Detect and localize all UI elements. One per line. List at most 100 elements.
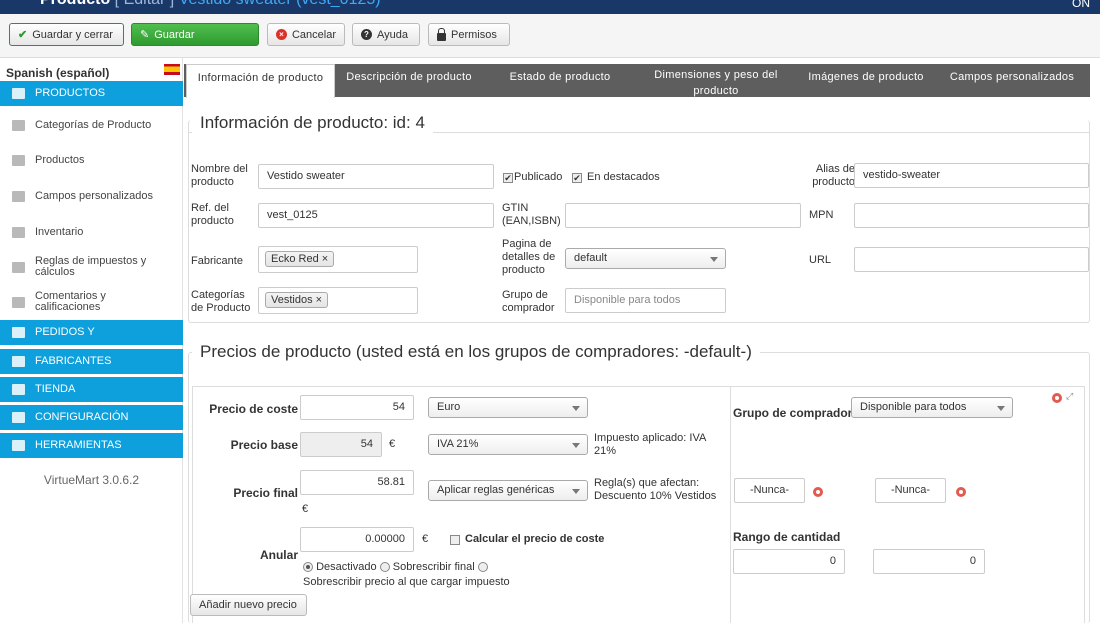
currency-select[interactable]: Euro [428,397,588,418]
product-info-legend: Información de producto: id: 4 [192,113,433,133]
sidebar-item-inventario[interactable]: Inventario [0,227,183,238]
rules-affecting-text: Regla(s) que afectan: Descuento 10% Vest… [594,477,717,502]
sidebar-item-configuracion[interactable]: CONFIGURACIÓN [0,405,183,430]
tax-applied-text: Impuesto aplicado: IVA 21% [594,432,706,457]
final-price-input[interactable]: 58.81 [300,470,414,495]
tools-icon [12,440,25,451]
calculate-cost-checkbox[interactable] [450,535,460,545]
category-chip[interactable]: Vestidos × [265,292,329,308]
disabled-radio[interactable] [303,562,313,573]
prices-legend: Precios de producto (usted está en los g… [192,342,760,362]
tab-estado[interactable]: Estado de producto [490,64,630,97]
cost-price-input[interactable]: 54 [300,395,414,420]
override-final-radio[interactable] [379,562,390,573]
clear-date-to-icon[interactable] [956,487,966,497]
tab-imagenes[interactable]: Imágenes de producto [796,64,936,97]
sidebar-item-productos-list[interactable]: Productos [0,155,183,166]
override-label: Anular [259,548,298,562]
euro-sign: € [422,533,429,545]
cancel-button[interactable]: × Cancelar [267,23,345,46]
delete-price-icon[interactable] [1052,393,1062,403]
ref-input[interactable]: vest_0125 [258,203,494,228]
page-label: Pagina de detalles de producto [502,238,556,276]
language-label: Spanish (español) [6,66,110,80]
quantity-from-input[interactable]: 0 [733,549,845,574]
url-label: URL [809,254,832,266]
date-from-input[interactable]: -Nunca- [734,478,805,503]
expand-icon[interactable]: ⤢ [1066,390,1073,403]
name-label: Nombre del producto [191,163,248,188]
chevron-down-icon [572,489,580,494]
folder-icon [12,120,25,131]
tax-rule-select[interactable]: IVA 21% [428,434,588,455]
sidebar-item-categorias[interactable]: Categorías de Producto [0,120,183,131]
sidebar-item-herramientas[interactable]: HERRAMIENTAS [0,433,183,458]
base-price-input: 54 [300,432,382,457]
euro-sign: € [302,503,309,515]
product-name-input[interactable]: Vestido sweater [258,164,494,189]
mpn-label: MPN [809,209,834,221]
help-icon: ? [361,29,372,40]
sidebar-item-campos[interactable]: Campos personalizados [0,191,183,202]
title-mode: [ Editar ] [115,0,175,8]
add-new-price-button[interactable]: Añadir nuevo precio [190,594,307,616]
alias-input[interactable]: vestido-sweater [854,163,1089,188]
published-checkbox[interactable]: ✔ [503,173,513,183]
edit-icon: ✎ [140,29,150,41]
inventory-icon [12,227,25,238]
tab-informacion[interactable]: Información de producto [186,64,335,98]
sidebar-item-productos[interactable]: PRODUCTOS [0,81,183,106]
gtin-input[interactable] [565,203,801,228]
override-tax-radio[interactable] [477,562,488,573]
check-icon: ✔ [18,29,28,41]
product-icon [12,155,25,166]
cost-price-label: Precio de coste [209,402,298,416]
version-label: VirtueMart 3.0.6.2 [43,473,140,487]
sidebar-item-comentarios[interactable]: Comentarios y calificaciones [0,291,183,313]
help-button[interactable]: ? Ayuda [352,23,420,46]
save-button[interactable]: ✎ Guardar [131,23,259,46]
final-price-label: Precio final [233,486,298,500]
custom-fields-icon [12,191,25,202]
mpn-input[interactable] [854,203,1089,228]
override-price-input[interactable]: 0.00000 [300,527,414,552]
euro-sign: € [389,438,396,450]
clear-date-from-icon[interactable] [813,487,823,497]
manufacturer-label: Fabricante [191,255,243,267]
override-options: Desactivado Sobrescribir final Sobrescri… [303,561,510,588]
gtin-label: GTIN (EAN,ISBN) [502,202,561,227]
tab-dimensiones[interactable]: Dimensiones y peso del producto [636,64,796,97]
buyer-group-input[interactable]: Disponible para todos [565,288,726,313]
calculate-cost-label: Calcular el precio de coste [465,533,605,545]
title-item: Vestido sweater (vest_0125) [179,0,381,8]
sidebar-item-fabricantes[interactable]: FABRICANTES [0,349,183,374]
tab-campos[interactable]: Campos personalizados [934,64,1090,97]
header-right-text: ON [1072,0,1090,10]
buyer-group-label: Grupo de comprador [733,406,853,420]
page-title: Producto [ Editar ] Vestido sweater (ves… [40,0,381,9]
sidebar-item-tienda[interactable]: TIENDA [0,377,183,402]
featured-label: En destacados [587,171,660,183]
discount-rule-select[interactable]: Aplicar reglas genéricas [428,480,588,501]
chevron-down-icon [572,406,580,411]
sidebar-item-reglas[interactable]: Reglas de impuestos y cálculos [0,256,183,278]
categories-select[interactable]: Vestidos × [258,287,418,314]
spain-flag-icon[interactable] [164,64,180,75]
quantity-to-input[interactable]: 0 [873,549,985,574]
featured-checkbox[interactable]: ✔ [572,173,582,183]
url-input[interactable] [854,247,1089,272]
buyer-group-select[interactable]: Disponible para todos [851,397,1013,418]
store-icon [12,384,25,395]
manufacturer-chip[interactable]: Ecko Red × [265,251,335,267]
permissions-button[interactable]: Permisos [428,23,510,46]
page-layout-select[interactable]: default [565,248,726,269]
chevron-down-icon [710,257,718,262]
sidebar-item-pedidos[interactable]: PEDIDOS Y [0,320,183,345]
tab-descripcion[interactable]: Descripción de producto [335,64,483,97]
save-and-close-button[interactable]: ✔ Guardar y cerrar [9,23,124,46]
date-to-input[interactable]: -Nunca- [875,478,946,503]
admin-header: Producto [ Editar ] Vestido sweater (ves… [0,0,1100,14]
manufacturer-select[interactable]: Ecko Red × [258,246,418,273]
categories-label: Categorías de Producto [191,289,251,314]
orders-icon [12,327,25,338]
